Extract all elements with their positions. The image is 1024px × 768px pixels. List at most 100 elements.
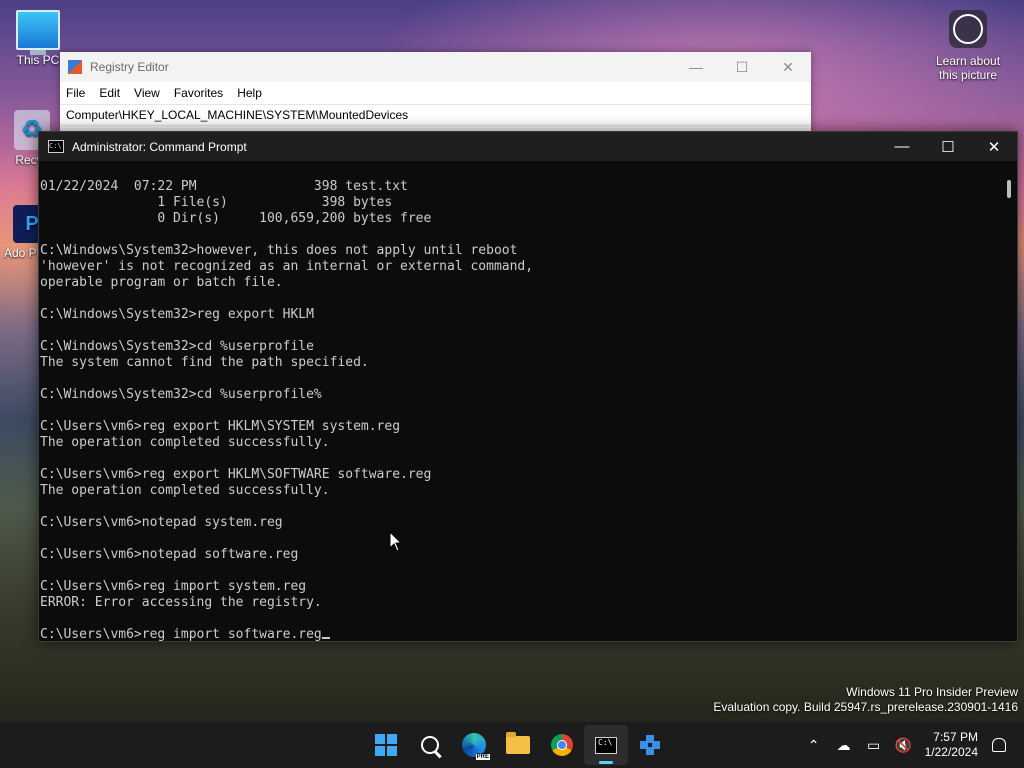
console-line: C:\Users\vm6>reg export HKLM\SOFTWARE so… bbox=[40, 467, 1000, 483]
maximize-button[interactable]: ☐ bbox=[925, 138, 971, 156]
console-line-text: 01/22/2024 07:22 PM 398 test.txt bbox=[40, 179, 408, 194]
command-prompt-window[interactable]: C:\ Administrator: Command Prompt — ☐ ✕ … bbox=[38, 131, 1018, 642]
console-line: C:\Users\vm6>reg import system.reg bbox=[40, 579, 1000, 595]
taskbar: PRE C:\ ⌃ ☁ ▭ 🔇 7:57 PM 1/22/2024 bbox=[0, 722, 1024, 768]
console-line: 0 Dir(s) 100,659,200 bytes free bbox=[40, 211, 1000, 227]
menu-favorites[interactable]: Favorites bbox=[174, 86, 223, 100]
text-cursor bbox=[321, 637, 330, 639]
clock-date: 1/22/2024 bbox=[924, 745, 978, 759]
chrome-icon bbox=[551, 734, 573, 756]
console-line: The operation completed successfully. bbox=[40, 435, 1000, 451]
console-line-text: C:\Windows\System32>cd %userprofile bbox=[40, 339, 314, 354]
onedrive-icon[interactable]: ☁ bbox=[829, 722, 859, 768]
folder-icon bbox=[506, 732, 530, 754]
terminal-icon: C:\ bbox=[595, 736, 617, 754]
regedit-title: Registry Editor bbox=[90, 60, 169, 74]
file-explorer-button[interactable] bbox=[496, 725, 540, 765]
regedit-address-bar[interactable]: Computer\HKEY_LOCAL_MACHINE\SYSTEM\Mount… bbox=[60, 104, 811, 126]
console-line: 1 File(s) 398 bytes bbox=[40, 195, 1000, 211]
console-line-text: C:\Windows\System32>reg export HKLM bbox=[40, 307, 314, 322]
console-line-text: C:\Users\vm6>reg import software.reg bbox=[40, 627, 322, 641]
close-button[interactable]: ✕ bbox=[971, 138, 1017, 156]
camera-icon bbox=[949, 10, 987, 48]
console-line: ERROR: Error accessing the registry. bbox=[40, 595, 1000, 611]
console-line-text: C:\Users\vm6>reg export HKLM\SOFTWARE so… bbox=[40, 467, 432, 482]
menu-help[interactable]: Help bbox=[237, 86, 262, 100]
search-button[interactable] bbox=[408, 725, 452, 765]
registry-icon bbox=[640, 735, 660, 755]
close-button[interactable]: ✕ bbox=[765, 59, 811, 76]
console-line-text: C:\Users\vm6>reg import system.reg bbox=[40, 579, 307, 594]
volume-muted-icon[interactable]: 🔇 bbox=[889, 722, 919, 768]
cmd-titlebar[interactable]: C:\ Administrator: Command Prompt — ☐ ✕ bbox=[39, 132, 1017, 161]
regedit-menubar: File Edit View Favorites Help bbox=[60, 82, 811, 104]
console-line-text: 0 Dir(s) 100,659,200 bytes free bbox=[40, 211, 432, 226]
registry-icon bbox=[68, 60, 82, 74]
computer-icon bbox=[16, 10, 60, 55]
scrollbar-thumb[interactable] bbox=[1007, 180, 1011, 198]
console-line-text: C:\Windows\System32>cd %userprofile% bbox=[40, 387, 322, 402]
minimize-button[interactable]: — bbox=[673, 59, 719, 75]
registry-editor-taskbar-button[interactable] bbox=[628, 725, 672, 765]
taskbar-apps: PRE C:\ bbox=[364, 722, 672, 768]
cmd-title: Administrator: Command Prompt bbox=[72, 139, 247, 154]
console-line-text: C:\Windows\System32>however, this does n… bbox=[40, 243, 518, 258]
console-line: C:\Users\vm6>reg import software.reg bbox=[40, 627, 1000, 641]
learn-about-picture[interactable]: Learn about this picture bbox=[918, 10, 1018, 82]
clock-time: 7:57 PM bbox=[933, 730, 978, 744]
edge-preview-button[interactable]: PRE bbox=[452, 725, 496, 765]
regedit-titlebar[interactable]: Registry Editor — ☐ ✕ bbox=[60, 52, 811, 82]
start-button[interactable] bbox=[364, 725, 408, 765]
console-output[interactable]: 01/22/2024 07:22 PM 398 test.txt 1 File(… bbox=[40, 179, 1000, 641]
console-line: C:\Windows\System32>cd %userprofile% bbox=[40, 387, 1000, 403]
terminal-icon: C:\ bbox=[48, 140, 64, 153]
maximize-button[interactable]: ☐ bbox=[719, 59, 765, 76]
console-line-text: The operation completed successfully. bbox=[40, 435, 330, 450]
console-line: The system cannot find the path specifie… bbox=[40, 355, 1000, 371]
network-icon[interactable]: ▭ bbox=[859, 722, 889, 768]
menu-edit[interactable]: Edit bbox=[99, 86, 120, 100]
console-line: 01/22/2024 07:22 PM 398 test.txt bbox=[40, 179, 1000, 195]
console-line: The operation completed successfully. bbox=[40, 483, 1000, 499]
console-line-text: C:\Users\vm6>reg export HKLM\SYSTEM syst… bbox=[40, 419, 401, 434]
clock[interactable]: 7:57 PM 1/22/2024 bbox=[919, 730, 988, 760]
console-line: C:\Windows\System32>reg export HKLM bbox=[40, 307, 1000, 323]
console-line: C:\Users\vm6>reg export HKLM\SYSTEM syst… bbox=[40, 419, 1000, 435]
console-line-text: C:\Users\vm6>notepad system.reg bbox=[40, 515, 283, 530]
console-line: C:\Users\vm6>notepad software.reg bbox=[40, 547, 1000, 563]
console-line: C:\Windows\System32>cd %userprofile bbox=[40, 339, 1000, 355]
console-line-text: operable program or batch file. bbox=[40, 275, 283, 290]
console-line: C:\Windows\System32>however, this does n… bbox=[40, 243, 1000, 259]
edge-icon: PRE bbox=[462, 733, 490, 760]
minimize-button[interactable]: — bbox=[879, 138, 925, 155]
console-line-text: ERROR: Error accessing the registry. bbox=[40, 595, 322, 610]
menu-view[interactable]: View bbox=[134, 86, 160, 100]
watermark-line-1: Windows 11 Pro Insider Preview bbox=[846, 685, 1018, 699]
windows-logo-icon bbox=[375, 734, 397, 756]
search-icon bbox=[421, 736, 439, 754]
menu-file[interactable]: File bbox=[66, 86, 85, 100]
command-prompt-taskbar-button[interactable]: C:\ bbox=[584, 725, 628, 765]
chrome-button[interactable] bbox=[540, 725, 584, 765]
notification-bell-icon[interactable] bbox=[992, 738, 1006, 752]
console-line: 'however' is not recognized as an intern… bbox=[40, 259, 1000, 275]
chevron-up-icon[interactable]: ⌃ bbox=[799, 722, 829, 768]
windows-watermark: Windows 11 Pro Insider Preview Evaluatio… bbox=[713, 685, 1018, 715]
console-line: C:\Users\vm6>notepad system.reg bbox=[40, 515, 1000, 531]
console-line: operable program or batch file. bbox=[40, 275, 1000, 291]
system-tray: ⌃ ☁ ▭ 🔇 7:57 PM 1/22/2024 bbox=[799, 722, 1024, 768]
desktop[interactable]: This PC ♻ Recyc P Ado Photo Learn about … bbox=[0, 0, 1024, 722]
watermark-line-2: Evaluation copy. Build 25947.rs_prerelea… bbox=[713, 700, 1018, 714]
learn-line-2: this picture bbox=[938, 68, 998, 82]
edge-badge: PRE bbox=[475, 754, 490, 760]
